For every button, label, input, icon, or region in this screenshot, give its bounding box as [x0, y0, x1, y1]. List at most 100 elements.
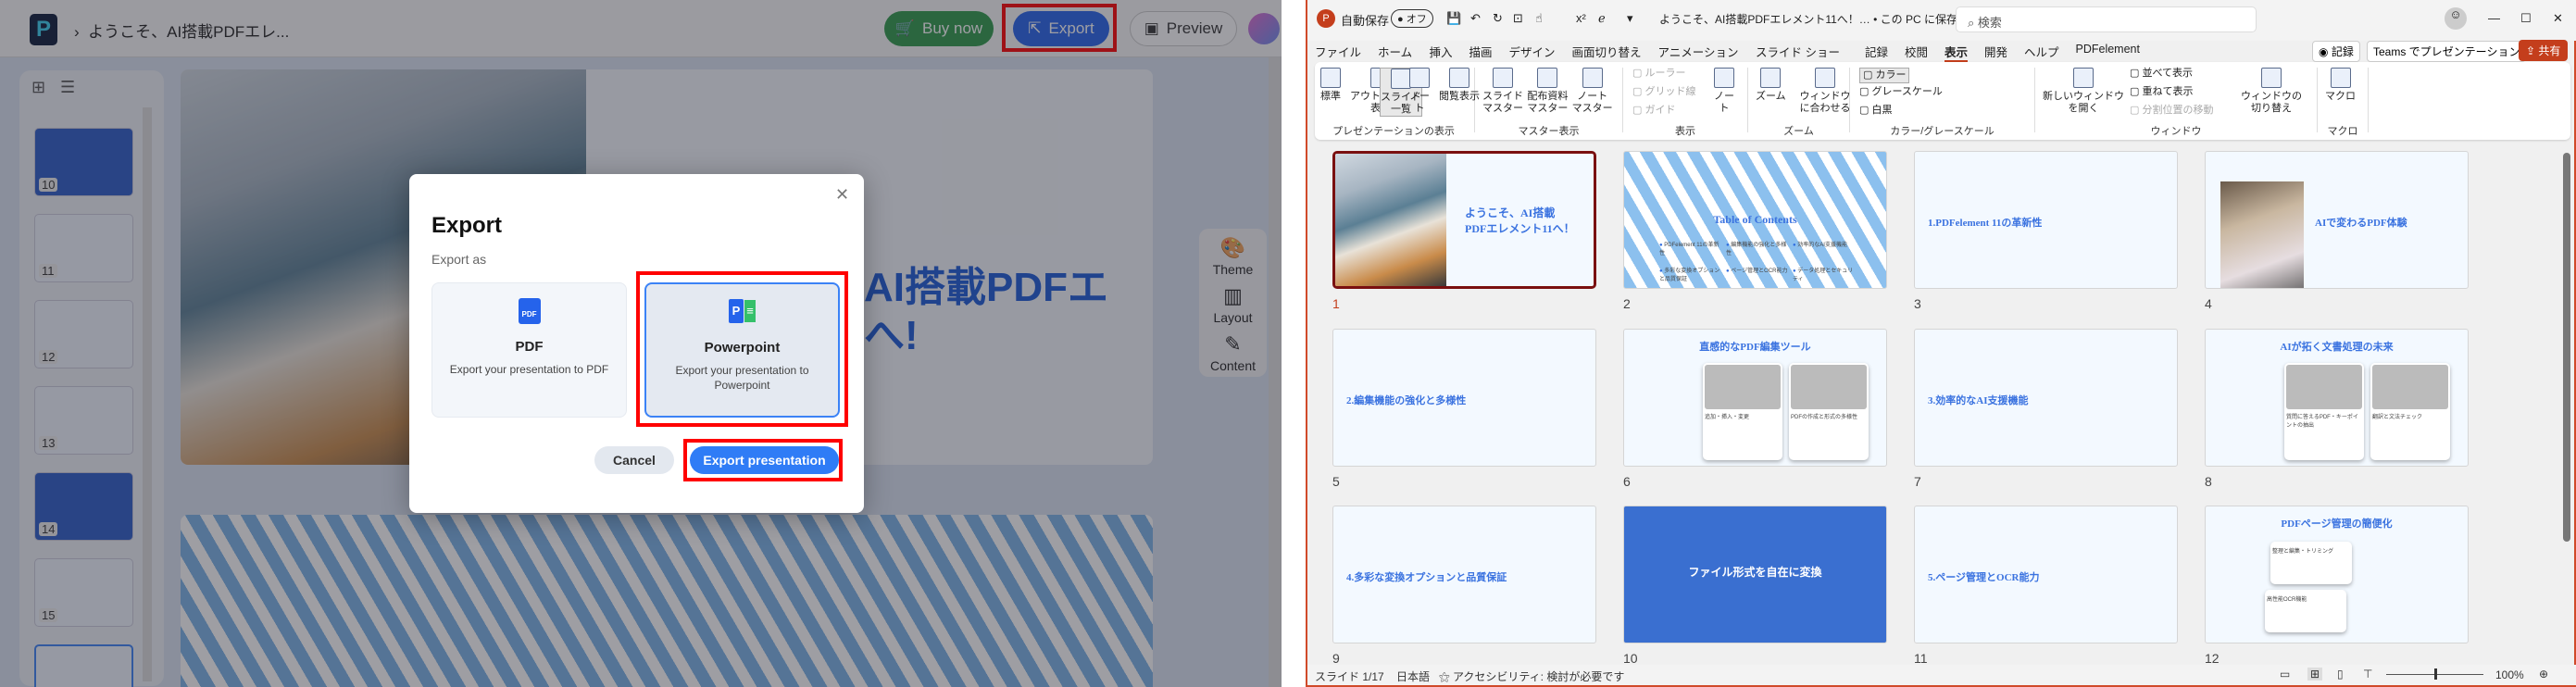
customize-toolbar-icon[interactable]: ▾	[1627, 11, 1633, 26]
slide-thumbnail[interactable]: AIが拓く文書処理の未来 質問に答えるPDF・キーポイントの抽出 翻訳と文法チェック	[2205, 329, 2469, 467]
ribbon-button-label: ウィンドウの 切り替え	[2241, 91, 2302, 114]
ribbon-button-label: スライド マスター	[1482, 91, 1523, 114]
slide-thumbnail[interactable]: 1.PDFelement 11の革新性	[1914, 151, 2178, 289]
ribbon-button[interactable]: ▢ 白黒	[1859, 105, 1892, 117]
card-title: PDFの作成と形式の多様性	[1791, 415, 1858, 420]
export-option-pdf[interactable]: PDF PDF Export your presentation to PDF	[431, 282, 627, 418]
ribbon-button[interactable]: ▢ 重ねて表示	[2130, 86, 2193, 98]
record-button[interactable]: ◉ 記録	[2312, 41, 2360, 62]
ribbon: プレゼンテーションの表示標準アウトライン 表示スライド 一覧ノー ト閲覧表示マス…	[1315, 62, 2570, 140]
ribbon-button[interactable]: ▢ 並べて表示	[2130, 68, 2193, 80]
ribbon-button[interactable]: 標準	[1320, 68, 1341, 103]
tab-5[interactable]: 画面切り替え	[1572, 43, 1642, 60]
ribbon-button[interactable]: ▢ ルーラー	[1632, 68, 1685, 80]
save-icon[interactable]: 💾	[1446, 11, 1461, 26]
cancel-button[interactable]: Cancel	[594, 446, 674, 474]
search-input[interactable]: ⌕ 検索	[1956, 6, 2257, 32]
tab-10[interactable]: 表示	[1945, 43, 1969, 62]
slideshow-icon[interactable]: ⊤	[2363, 668, 2372, 681]
maximize-button[interactable]: ☐	[2520, 11, 2532, 26]
fit-to-window-icon[interactable]: ⊕	[2539, 668, 2548, 681]
ribbon-button[interactable]: ノー ト	[1409, 68, 1430, 115]
ribbon-button[interactable]: 新しいウィンドウ を開く	[2043, 68, 2124, 115]
ribbon-button[interactable]: 配布資料 マスター	[1527, 68, 1568, 115]
tab-3[interactable]: 描画	[1469, 43, 1493, 60]
tab-12[interactable]: ヘルプ	[2024, 43, 2059, 60]
close-icon[interactable]: ✕	[835, 185, 849, 205]
start-slideshow-icon[interactable]: ⊡	[1513, 11, 1523, 26]
superscript-icon[interactable]: x²	[1576, 11, 1586, 25]
tab-0[interactable]: ファイル	[1315, 43, 1361, 60]
normal-view-icon[interactable]: ▭	[2280, 668, 2290, 681]
share-button[interactable]: ⇪ 共有	[2519, 40, 2569, 61]
ribbon-icon	[1409, 68, 1430, 88]
card-title: 質問に答えるPDF・キーポイントの抽出	[2286, 415, 2358, 429]
tab-6[interactable]: アニメーション	[1658, 43, 1739, 60]
account-avatar[interactable]: ☺	[2445, 7, 2467, 30]
ribbon-button[interactable]: ▢ カラー	[1859, 68, 1910, 83]
tab-1[interactable]: ホーム	[1378, 43, 1412, 60]
slide-thumbnail[interactable]: 2.編集機能の強化と多様性	[1332, 329, 1596, 467]
ribbon-button-label: ズーム	[1756, 91, 1786, 102]
ribbon-button[interactable]: ウィンドウ に合わせる	[1800, 68, 1851, 115]
ribbon-button[interactable]: ノート マスター	[1572, 68, 1613, 115]
autosave-toggle[interactable]: ● オフ	[1391, 9, 1433, 28]
equation-icon[interactable]: ℯ	[1598, 11, 1606, 26]
ribbon-button[interactable]: ▢ グリッド線	[1632, 86, 1695, 98]
slide-number: 1	[1332, 296, 1340, 311]
ribbon-button[interactable]: ▢ グレースケール	[1859, 86, 1943, 98]
tab-4[interactable]: デザイン	[1509, 43, 1556, 60]
slide-thumbnail[interactable]: Table of Contents ● PDFelement 11の革新性 ● 編集…	[1623, 151, 1887, 289]
ribbon-button-label: ノート マスター	[1571, 91, 1613, 114]
ribbon-button[interactable]: ノー ト	[1714, 68, 1734, 115]
option-label: PDF	[515, 339, 544, 355]
tab-7[interactable]: スライド ショー	[1756, 43, 1840, 60]
slide-sorter-icon[interactable]: ⊞	[2307, 668, 2323, 681]
tab-9[interactable]: 校閲	[1905, 43, 1928, 60]
powerpoint-window: P 自動保存 ● オフ 💾 ↶ ↻ ⊡ ☝ x² ℯ ▾ ようこそ、AI搭載PD…	[1306, 0, 2576, 687]
ribbon-icon	[1449, 68, 1469, 88]
vertical-scrollbar[interactable]	[2563, 144, 2572, 662]
ribbon-icon	[2261, 68, 2282, 88]
ribbon-icon	[1714, 68, 1734, 88]
tab-2[interactable]: 挿入	[1430, 43, 1453, 60]
slide-thumbnail[interactable]: ようこそ、AI搭載PDFエレメント11へ！	[1332, 151, 1596, 289]
ribbon-button[interactable]: スライド マスター	[1482, 68, 1523, 115]
ribbon-button[interactable]: ズーム	[1756, 68, 1786, 103]
ribbon-button-label: 分割位置の移動	[2142, 105, 2214, 116]
slide-title: 1.PDFelement 11の革新性	[1928, 218, 2043, 229]
reading-view-icon[interactable]: ▯	[2337, 668, 2344, 681]
accessibility-status[interactable]: ⚝ アクセシビリティ: 検討が必要です	[1439, 668, 1624, 684]
slide-thumbnail[interactable]: PDFページ管理の簡便化 整理と編集・トリミング 高性能OCR機能	[2205, 506, 2469, 643]
zoom-level[interactable]: 100%	[2495, 668, 2524, 681]
slide-thumbnail[interactable]: 3.効率的なAI支援機能	[1914, 329, 2178, 467]
tab-11[interactable]: 開発	[1984, 43, 2007, 60]
teams-present-button[interactable]: Teams でプレゼンテーション	[2367, 41, 2527, 62]
slide-thumbnail[interactable]: 5.ページ管理とOCR能力	[1914, 506, 2178, 643]
slide-title: 2.編集機能の強化と多様性	[1346, 395, 1467, 406]
ribbon-button[interactable]: ウィンドウの 切り替え	[2241, 68, 2302, 115]
slide-title: PDFページ管理の簡便化	[2281, 518, 2393, 530]
slide-thumbnail[interactable]: 直感的なPDF編集ツール 追加・挿入・変更 PDFの作成と形式の多様性	[1623, 329, 1887, 467]
touch-mode-icon[interactable]: ☝	[1535, 11, 1543, 26]
slide-thumbnail[interactable]: ファイル形式を自在に変換	[1623, 506, 1887, 643]
undo-icon[interactable]: ↶	[1470, 11, 1481, 26]
ribbon-button-label: 配布資料 マスター	[1527, 91, 1569, 114]
close-button[interactable]: ✕	[2553, 11, 2563, 26]
ribbon-button[interactable]: 閲覧表示	[1439, 68, 1480, 103]
highlight-box	[683, 439, 843, 481]
language[interactable]: 日本語	[1396, 668, 1430, 684]
redo-icon[interactable]: ↻	[1493, 11, 1503, 26]
tab-13[interactable]: PDFelement	[2076, 43, 2140, 56]
document-title[interactable]: ようこそ、AI搭載PDFエレメント11へ！… • この PC に保存済み	[1659, 11, 1980, 27]
slide-thumbnail[interactable]: AIで変わるPDF体験	[2205, 151, 2469, 289]
tab-8[interactable]: 記録	[1865, 43, 1888, 60]
zoom-slider[interactable]	[2386, 668, 2483, 680]
ribbon-button[interactable]: ▢ ガイド	[1632, 105, 1675, 117]
slide-number: 7	[1914, 474, 1921, 489]
ribbon-button[interactable]: ▢ 分割位置の移動	[2130, 105, 2213, 117]
minimize-button[interactable]: —	[2488, 11, 2500, 25]
autosave-label: 自動保存	[1341, 14, 1390, 28]
ribbon-button[interactable]: マクロ	[2325, 68, 2356, 103]
slide-thumbnail[interactable]: 4.多彩な変換オプションと品質保証	[1332, 506, 1596, 643]
